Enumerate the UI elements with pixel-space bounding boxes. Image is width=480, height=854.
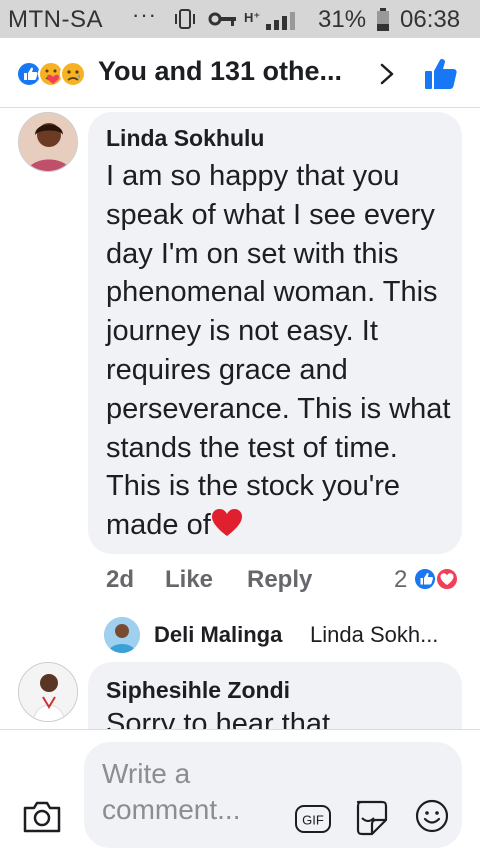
reaction-summary-icons: [16, 61, 86, 87]
thumbs-up-icon[interactable]: [424, 58, 458, 90]
avatar[interactable]: [18, 662, 78, 722]
status-bar: MTN-SA ··· H⁺ 31% 06:38: [0, 0, 480, 38]
comment-composer: Write a comment... GIF: [0, 729, 480, 854]
comment-body: I am so happy that you speak of what I s…: [106, 160, 451, 542]
reply-avatar[interactable]: [104, 617, 140, 653]
profile-photo-icon: [19, 113, 77, 171]
comment-author[interactable]: Linda Sokhulu: [106, 125, 264, 152]
reactions-title[interactable]: You and 131 othe...: [98, 56, 342, 87]
key-icon: [208, 12, 236, 26]
comment-text: I am so happy that you speak of what I s…: [106, 157, 456, 545]
red-heart-icon: [211, 509, 242, 537]
like-comment-button[interactable]: Like: [165, 566, 213, 594]
signal-icon: [266, 12, 295, 30]
clock: 06:38: [400, 6, 461, 33]
comment-author[interactable]: Siphesihle Zondi: [106, 677, 290, 704]
battery-icon: [377, 8, 389, 31]
avatar[interactable]: [18, 112, 78, 172]
reactions-header[interactable]: You and 131 othe...: [0, 38, 480, 108]
emoji-icon[interactable]: [414, 798, 450, 834]
more-notifications-icon: ···: [132, 2, 157, 27]
camera-icon[interactable]: [22, 798, 62, 834]
like-icon: [413, 567, 437, 591]
battery-percent: 31%: [318, 6, 367, 33]
gif-label: GIF: [302, 813, 324, 828]
carrier-name: MTN-SA: [8, 6, 103, 33]
reply-author[interactable]: Deli Malinga: [154, 622, 282, 648]
chevron-right-icon[interactable]: [376, 62, 398, 86]
care-icon: [38, 61, 64, 87]
vibrate-icon: [175, 9, 195, 29]
network-type: H⁺: [244, 10, 261, 25]
profile-photo-icon: [19, 663, 77, 721]
sad-icon: [60, 61, 86, 87]
profile-photo-icon: [104, 617, 140, 653]
gif-icon[interactable]: GIF: [294, 804, 332, 834]
comment-input-placeholder: Write a comment...: [102, 758, 241, 825]
sticker-icon[interactable]: [350, 798, 390, 838]
reply-preview-text[interactable]: Linda Sokh...: [310, 622, 438, 648]
comment-input[interactable]: Write a comment... GIF: [84, 742, 462, 848]
comment-reactions-icons[interactable]: [412, 566, 462, 592]
comment-reaction-count[interactable]: 2: [394, 566, 407, 594]
reply-button[interactable]: Reply: [247, 566, 312, 594]
like-icon: [16, 61, 42, 87]
love-icon: [435, 567, 459, 591]
comment-timestamp: 2d: [106, 566, 135, 593]
